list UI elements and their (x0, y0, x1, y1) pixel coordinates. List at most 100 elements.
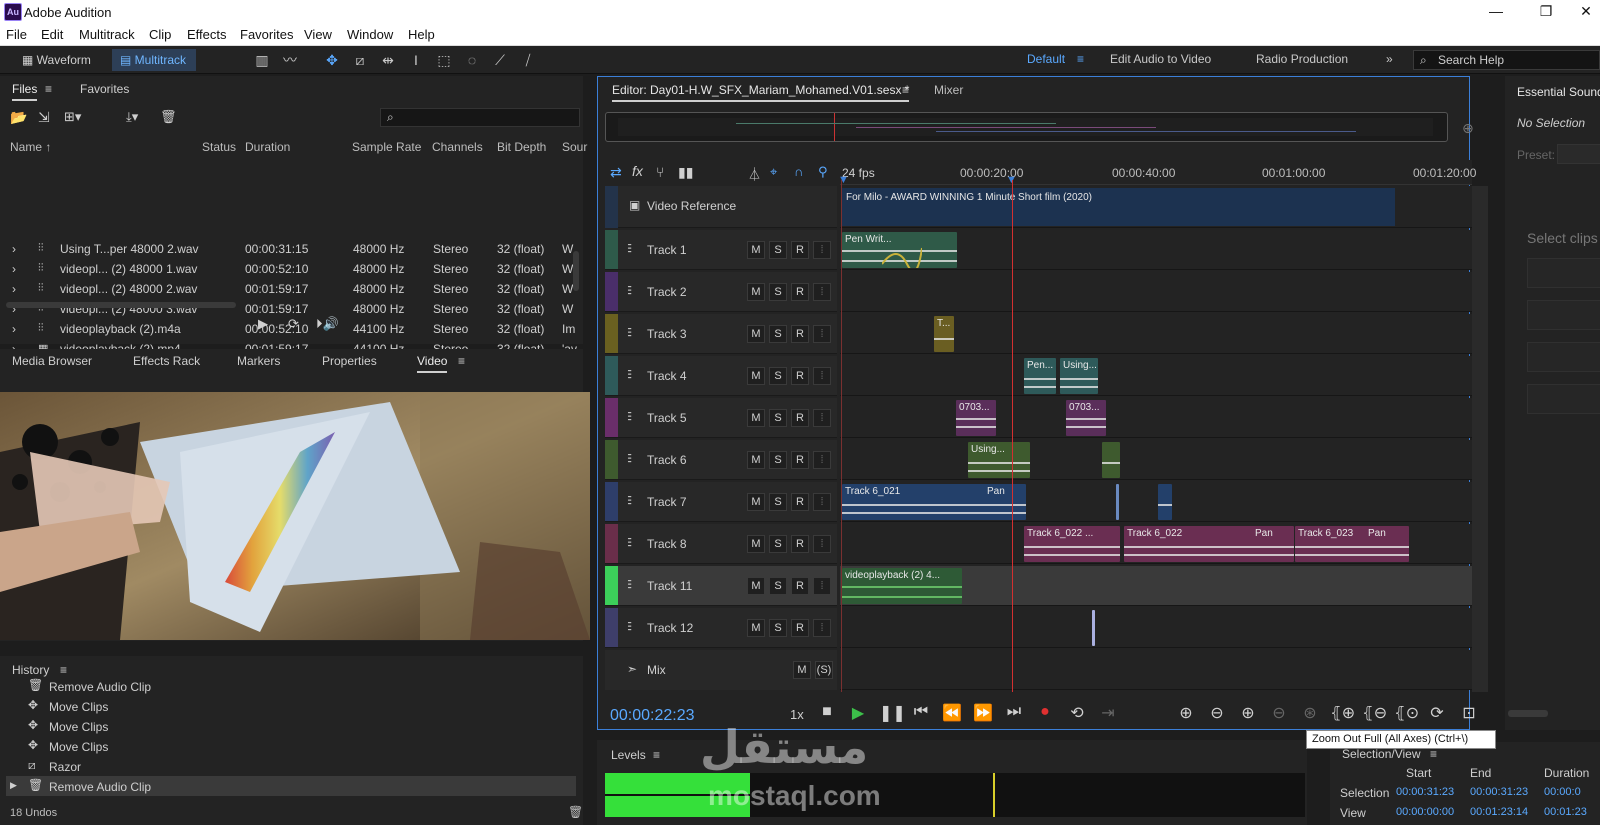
track-name[interactable]: Track 3 (647, 327, 687, 341)
more-workspaces-icon[interactable]: » (1386, 52, 1393, 66)
zoom-in-amplitude-icon[interactable]: ⊕ (1175, 703, 1197, 723)
zoom-in-point-icon[interactable]: ⦃⊕ (1330, 703, 1355, 723)
track-header[interactable]: ⫶⫶⫶ Track 11 M S R ⁞ (605, 566, 837, 606)
monitor-input-icon[interactable]: ⁞ (813, 577, 831, 595)
selection-view-menu-icon[interactable]: ≡ (1430, 747, 1437, 761)
playhead-line[interactable] (1012, 180, 1013, 692)
mute-button[interactable]: M (747, 535, 765, 553)
clip-pen[interactable]: Pen... (1024, 358, 1056, 394)
clip-using[interactable]: Using... (1060, 358, 1098, 394)
monitor-input-icon[interactable]: ⁞ (813, 493, 831, 511)
skip-selection-icon[interactable]: ⇥ (1097, 703, 1119, 723)
track-name[interactable]: Track 8 (647, 537, 687, 551)
video-menu-icon[interactable]: ≡ (458, 354, 465, 368)
solo-button[interactable]: S (769, 325, 787, 343)
view-end[interactable]: 00:01:23:14 (1470, 806, 1528, 818)
col-status[interactable]: Status (202, 140, 236, 154)
timecode-display[interactable]: 00:00:22:23 (610, 707, 695, 725)
clip-track6-022-b[interactable]: Track 6_022 Pan (1124, 526, 1294, 562)
col-channels[interactable]: Channels (432, 140, 483, 154)
mix-mute-button[interactable]: M (793, 661, 811, 679)
monitor-input-icon[interactable]: ⁞ (813, 451, 831, 469)
track-header[interactable]: ⫶⫶⫶ Track 12 M S R ⁞ (605, 608, 837, 648)
next-icon[interactable]: ⏭ (1003, 703, 1025, 721)
tab-favorites[interactable]: Favorites (80, 82, 129, 96)
track-name[interactable]: Track 7 (647, 495, 687, 509)
monitor-input-icon[interactable]: ⁞ (813, 241, 831, 259)
mute-button[interactable]: M (747, 577, 765, 595)
menu-clip[interactable]: Clip (149, 24, 171, 42)
record-arm-button[interactable]: R (791, 535, 809, 553)
lasso-tool-icon[interactable]: ◌ (462, 50, 482, 70)
metronome-icon[interactable]: ⏃ (748, 164, 761, 183)
tab-effects-rack[interactable]: Effects Rack (133, 354, 200, 368)
clip-sliver-7a[interactable] (1116, 484, 1119, 520)
tab-properties[interactable]: Properties (322, 354, 377, 368)
clip-t[interactable]: T... (934, 316, 954, 352)
marker-icon[interactable]: ⚲ (818, 164, 828, 180)
solo-button[interactable]: S (769, 577, 787, 595)
history-item[interactable]: ▶ 🗑 Remove Audio Clip (6, 776, 576, 796)
clip-small-6[interactable] (1102, 442, 1120, 478)
brush-tool-icon[interactable]: ⟋ (490, 50, 510, 70)
mute-button[interactable]: M (747, 241, 765, 259)
timeline-ruler[interactable]: 24 fps 00:00:20:00 00:00:40:00 00:01:00:… (838, 160, 1476, 186)
maximize-icon[interactable]: ❐ (1532, 3, 1560, 20)
solo-button[interactable]: S (769, 241, 787, 259)
clip-track6-023[interactable]: Track 6_023 Pan (1295, 526, 1409, 562)
history-item[interactable]: ⧄ Razor (6, 756, 576, 776)
clip-small-7[interactable] (1158, 484, 1172, 520)
monitor-input-icon[interactable]: ⁞ (813, 619, 831, 637)
monitor-input-icon[interactable]: ⁞ (813, 409, 831, 427)
clip-videoplayback[interactable]: videoplayback (2) 4... (842, 568, 962, 604)
tab-video[interactable]: Video (417, 354, 448, 373)
selection-end[interactable]: 00:00:31:23 (1470, 786, 1528, 798)
solo-button[interactable]: S (769, 535, 787, 553)
view-start[interactable]: 00:00:00:00 (1396, 806, 1454, 818)
spectral-view-icon[interactable]: ▥ (252, 50, 272, 70)
delete-file-icon[interactable]: 🗑 (160, 109, 177, 125)
menu-window[interactable]: Window (347, 24, 393, 42)
track-name[interactable]: Track 12 (647, 621, 693, 635)
files-vertical-scrollbar[interactable] (573, 251, 579, 291)
history-item[interactable]: ✥ Move Clips (6, 736, 576, 756)
zoom-out-full-all-axes-icon[interactable]: ⊡ (1458, 703, 1480, 723)
track-header[interactable]: ⫶⫶⫶ Track 3 M S R ⁞ (605, 314, 837, 354)
menu-effects[interactable]: Effects (187, 24, 227, 42)
track-name[interactable]: Track 6 (647, 453, 687, 467)
workspace-radio-production[interactable]: Radio Production (1256, 52, 1348, 66)
track-header[interactable]: ⫶⫶⫶ Track 1 M S R ⁞ (605, 230, 837, 270)
track-header[interactable]: ⫶⫶⫶ Track 5 M S R ⁞ (605, 398, 837, 438)
workspace-default[interactable]: Default (1027, 52, 1065, 66)
tab-markers[interactable]: Markers (237, 354, 280, 368)
col-sample-rate[interactable]: Sample Rate (352, 140, 421, 154)
editor-tab[interactable]: Editor: Day01-H.W_SFX_Mariam_Mohamed.V01… (612, 83, 910, 102)
editor-vertical-scrollbar[interactable] (1472, 186, 1488, 692)
monitor-input-icon[interactable]: ⁞ (813, 367, 831, 385)
magnet-icon[interactable]: ∩ (794, 164, 803, 179)
video-reference-clip[interactable]: For Milo - AWARD WINNING 1 Minute Short … (842, 188, 1395, 226)
mute-button[interactable]: M (747, 283, 765, 301)
sfx-button[interactable] (1527, 342, 1600, 372)
levels-menu-icon[interactable]: ≡ (653, 748, 660, 762)
tab-mixer[interactable]: Mixer (934, 83, 963, 97)
zoom-out-point-icon[interactable]: ⦃⊖ (1362, 703, 1387, 723)
expand-chevron-icon[interactable]: › (12, 282, 16, 296)
menu-favorites[interactable]: Favorites (240, 24, 293, 42)
solo-button[interactable]: S (769, 493, 787, 511)
col-bit-depth[interactable]: Bit Depth (497, 140, 546, 154)
clip-track6-021[interactable]: Track 6_021 Pan (842, 484, 1026, 520)
files-menu-icon[interactable]: ≡ (45, 82, 52, 96)
tab-media-browser[interactable]: Media Browser (12, 354, 92, 368)
files-horizontal-scrollbar[interactable] (6, 302, 236, 308)
zoom-full-icon[interactable]: ⊛ (1299, 703, 1321, 723)
history-item[interactable]: 🗑 Remove Audio Clip (6, 676, 576, 696)
track-header[interactable]: ⫶⫶⫶ Track 6 M S R ⁞ (605, 440, 837, 480)
eq-icon[interactable]: ▮▮ (678, 164, 693, 181)
monitor-input-icon[interactable]: ⁞ (813, 325, 831, 343)
snap-icon[interactable]: ⌖ (770, 164, 777, 180)
expand-chevron-icon[interactable]: › (12, 322, 16, 336)
selection-duration[interactable]: 00:00:0 (1544, 786, 1581, 798)
view-duration[interactable]: 00:01:23 (1544, 806, 1587, 818)
essential-scrollbar[interactable] (1508, 710, 1548, 717)
